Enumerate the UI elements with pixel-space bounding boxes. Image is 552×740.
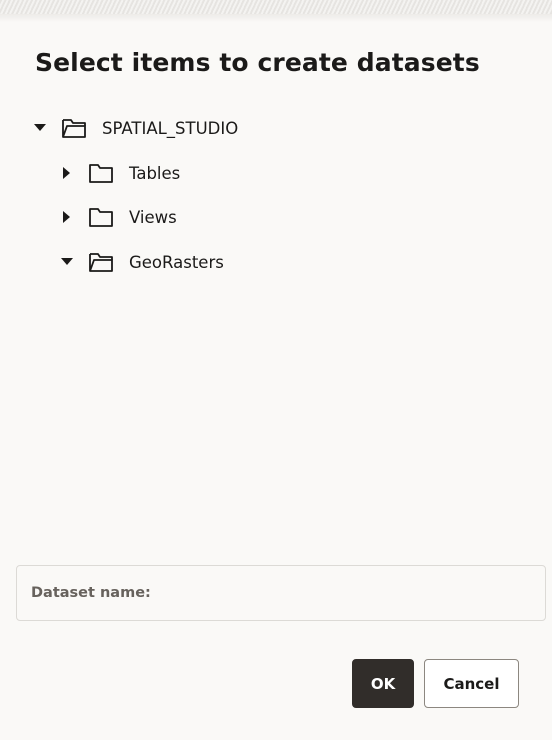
tree-node-label: SPATIAL_STUDIO [102, 118, 239, 138]
tree-node-tables[interactable]: Tables [60, 158, 180, 188]
tree-node-label: Tables [129, 163, 181, 183]
dataset-name-label: Dataset name: [31, 585, 151, 601]
tree-node-georasters[interactable]: GeoRasters [60, 247, 224, 277]
folder-open-icon [61, 116, 89, 140]
top-backdrop-strip [0, 0, 552, 22]
tree-node-spatial-studio[interactable]: SPATIAL_STUDIO [33, 113, 238, 143]
tree-node-label: GeoRasters [129, 252, 224, 272]
dataset-name-field[interactable]: Dataset name: [16, 565, 546, 621]
tree-node-views[interactable]: Views [60, 202, 177, 232]
caret-down-icon[interactable] [60, 255, 74, 269]
caret-right-icon[interactable] [60, 210, 74, 224]
caret-right-icon[interactable] [60, 166, 74, 180]
cancel-button[interactable]: Cancel [424, 659, 519, 708]
ok-button[interactable]: OK [352, 659, 414, 708]
tree-node-label: Views [129, 207, 177, 227]
dialog-title: Select items to create datasets [35, 48, 480, 77]
dataset-name-input[interactable] [156, 565, 545, 621]
folder-icon [88, 205, 116, 229]
folder-icon [88, 161, 116, 185]
caret-down-icon[interactable] [33, 121, 47, 135]
folder-open-icon [88, 250, 116, 274]
